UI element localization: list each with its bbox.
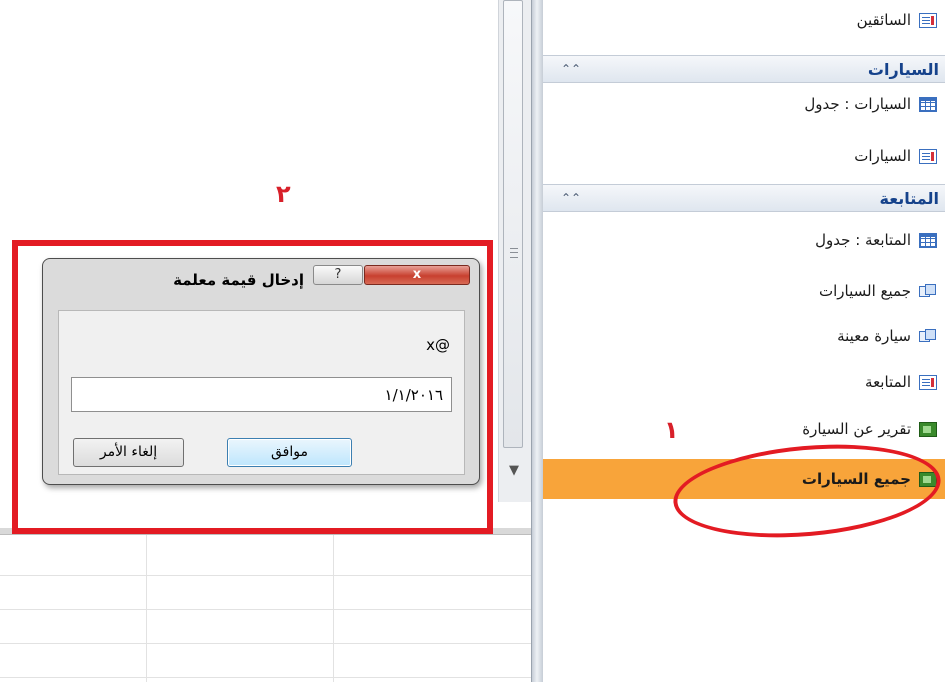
nav-item-cars-form[interactable]: السيارات	[543, 136, 945, 176]
nav-item-drivers-form[interactable]: السائقين	[543, 0, 945, 40]
nav-group-title: السيارات	[867, 59, 939, 79]
table-icon	[919, 96, 937, 112]
nav-item-label: السيارات : جدول	[804, 95, 911, 113]
dialog-body: x@ موافق إلغاء الأمر	[58, 310, 465, 475]
form-icon	[919, 148, 937, 164]
close-icon: x	[412, 267, 422, 282]
scrollbar-thumb[interactable]	[503, 0, 523, 448]
nav-item-label: المتابعة : جدول	[815, 231, 911, 249]
cancel-button[interactable]: إلغاء الأمر	[73, 438, 184, 467]
nav-item-label: جميع السيارات	[819, 282, 911, 300]
dialog-title: إدخال قيمة معلمة	[173, 271, 304, 289]
nav-item-all-cars-query[interactable]: جميع السيارات	[543, 271, 945, 311]
report-icon	[919, 421, 937, 437]
nav-group-followup[interactable]: المتابعة ⌃⌃	[543, 184, 945, 212]
close-button[interactable]: x	[364, 265, 470, 285]
dialog-caption-bar[interactable]: إدخال قيمة معلمة ? x	[43, 259, 479, 295]
nav-item-label: السيارات	[854, 147, 911, 165]
nav-item-label: المتابعة	[865, 373, 911, 391]
help-button[interactable]: ?	[313, 265, 363, 285]
enter-parameter-dialog: إدخال قيمة معلمة ? x x@ موافق إلغاء الأم…	[42, 258, 480, 485]
nav-item-label: تقرير عن السيارة	[802, 420, 911, 438]
form-icon	[919, 12, 937, 28]
pane-splitter[interactable]	[531, 0, 543, 682]
nav-group-title: المتابعة	[879, 188, 940, 208]
parameter-value-input[interactable]	[71, 377, 452, 412]
scroll-down-arrow-icon[interactable]: ▼	[506, 463, 522, 479]
form-icon	[919, 374, 937, 390]
annotation-number-1: ١	[664, 416, 679, 444]
nav-item-followup-form[interactable]: المتابعة	[543, 362, 945, 402]
annotation-number-2: ٢	[276, 180, 291, 208]
nav-item-followup-table[interactable]: المتابعة : جدول	[543, 220, 945, 260]
nav-item-specific-car-query[interactable]: سيارة معينة	[543, 316, 945, 356]
collapse-chevron-icon[interactable]: ⌃⌃	[561, 62, 581, 76]
collapse-chevron-icon[interactable]: ⌃⌃	[561, 191, 581, 205]
nav-group-cars[interactable]: السيارات ⌃⌃	[543, 55, 945, 83]
nav-item-cars-table[interactable]: السيارات : جدول	[543, 84, 945, 124]
query-icon	[919, 283, 937, 299]
nav-item-label: سيارة معينة	[837, 327, 911, 345]
help-icon: ?	[334, 267, 342, 282]
nav-item-label: السائقين	[856, 11, 911, 29]
scrollbar-grip-icon	[510, 248, 518, 258]
parameter-prompt: x@	[426, 336, 450, 354]
datasheet-grid	[0, 535, 545, 682]
navigation-pane: السائقين السيارات ⌃⌃ السيارات : جدول الس…	[543, 0, 945, 682]
nav-item-car-report[interactable]: تقرير عن السيارة	[543, 409, 945, 449]
ok-button[interactable]: موافق	[227, 438, 352, 467]
table-icon	[919, 232, 937, 248]
query-icon	[919, 328, 937, 344]
